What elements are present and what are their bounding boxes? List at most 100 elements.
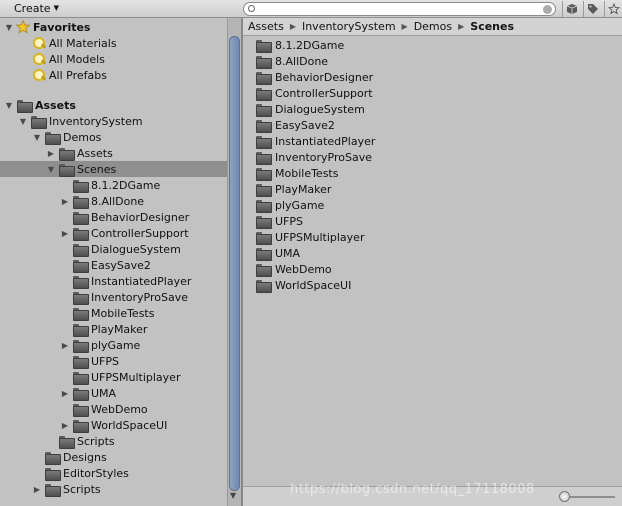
folder-list-item[interactable]: UFPS: [255, 213, 303, 229]
tree-item[interactable]: DialogueSystem: [0, 241, 227, 257]
tree-item[interactable]: ▼ InventorySystem: [0, 113, 227, 129]
tree-item[interactable]: Designs: [0, 449, 227, 465]
scrollbar-thumb[interactable]: [229, 36, 240, 491]
arrow-spacer: [60, 257, 70, 273]
breadcrumb-current[interactable]: Scenes: [470, 20, 514, 33]
tree-vertical-scrollbar[interactable]: ▼: [227, 18, 241, 506]
folder-icon: [72, 339, 89, 353]
arrow-spacer: [46, 433, 56, 449]
favorite-item[interactable]: All Materials: [0, 35, 227, 51]
tree-item[interactable]: WebDemo: [0, 401, 227, 417]
collapse-arrow-icon[interactable]: ▶: [32, 481, 42, 497]
expand-arrow-icon[interactable]: ▼: [46, 161, 56, 177]
folder-list-item[interactable]: EasySave2: [255, 117, 335, 133]
expand-arrow-icon[interactable]: ▼: [32, 129, 42, 145]
breadcrumb-item[interactable]: Assets: [248, 20, 284, 33]
tree-item-label: EditorStyles: [63, 466, 129, 480]
folder-icon: [58, 147, 75, 161]
collapse-arrow-icon[interactable]: ▶: [60, 417, 70, 433]
tree-item[interactable]: UFPSMultiplayer: [0, 369, 227, 385]
tree-item[interactable]: EasySave2: [0, 257, 227, 273]
folder-list-item[interactable]: WorldSpaceUI: [255, 277, 351, 293]
folder-icon: [58, 163, 75, 177]
folder-icon: [44, 467, 61, 481]
saved-search-icon: [32, 68, 46, 82]
tree-item[interactable]: ▶ ControllerSupport: [0, 225, 227, 241]
folder-list-item[interactable]: InstantiatedPlayer: [255, 133, 375, 149]
tree-item[interactable]: ▼ Demos: [0, 129, 227, 145]
folder-list-item[interactable]: WebDemo: [255, 261, 332, 277]
folder-icon: [72, 307, 89, 321]
create-dropdown-button[interactable]: Create ▼: [8, 1, 65, 16]
folder-list-item[interactable]: BehaviorDesigner: [255, 69, 373, 85]
favorite-item[interactable]: All Models: [0, 51, 227, 67]
tree-item-label: PlayMaker: [91, 322, 148, 336]
folder-list-item[interactable]: PlayMaker: [255, 181, 331, 197]
folder-list-item[interactable]: UFPSMultiplayer: [255, 229, 364, 245]
tree-item[interactable]: ▶ UMA: [0, 385, 227, 401]
tree-item-label: Scripts: [77, 434, 115, 448]
tree-item[interactable]: ▶ 8.AllDone: [0, 193, 227, 209]
folder-icon: [255, 215, 272, 229]
folder-list-item[interactable]: DialogueSystem: [255, 101, 365, 117]
filter-by-label-icon[interactable]: [583, 1, 601, 17]
tree-item-label: Scripts: [63, 482, 101, 496]
tree-item[interactable]: Scripts: [0, 433, 227, 449]
collapse-arrow-icon[interactable]: ▶: [60, 225, 70, 241]
search-field[interactable]: [243, 2, 556, 17]
arrow-spacer: [60, 369, 70, 385]
tree-item[interactable]: BehaviorDesigner: [0, 209, 227, 225]
icon-size-slider-track[interactable]: [563, 496, 615, 498]
tree-item-label: Demos: [63, 130, 102, 144]
tree-item[interactable]: InstantiatedPlayer: [0, 273, 227, 289]
tree-item[interactable]: PlayMaker: [0, 321, 227, 337]
tree-item[interactable]: InventoryProSave: [0, 289, 227, 305]
tree-item[interactable]: EditorStyles: [0, 465, 227, 481]
tree-item[interactable]: ▶ Scripts: [0, 481, 227, 497]
breadcrumb-item[interactable]: Demos: [414, 20, 452, 33]
filter-by-type-icon[interactable]: [562, 1, 580, 17]
folder-icon: [255, 135, 272, 149]
tree-item[interactable]: ▶ WorldSpaceUI: [0, 417, 227, 433]
favorite-item[interactable]: All Prefabs: [0, 67, 227, 83]
star-icon: [16, 20, 30, 34]
arrow-spacer: [60, 241, 70, 257]
tree-item[interactable]: ▶ plyGame: [0, 337, 227, 353]
assets-root-item[interactable]: ▼ Assets: [0, 97, 227, 113]
collapse-arrow-icon[interactable]: ▶: [60, 193, 70, 209]
expand-arrow-icon[interactable]: ▼: [4, 19, 14, 35]
favorites-header[interactable]: ▼ Favorites: [0, 19, 227, 35]
folder-list-item[interactable]: MobileTests: [255, 165, 338, 181]
folder-list-item[interactable]: ControllerSupport: [255, 85, 373, 101]
tree-item[interactable]: MobileTests: [0, 305, 227, 321]
folder-icon: [255, 167, 272, 181]
folder-list-item-label: 8.AllDone: [275, 54, 329, 68]
tree-item-label: InstantiatedPlayer: [91, 274, 192, 288]
search-input[interactable]: [260, 4, 540, 17]
dropdown-arrow-icon: ▼: [53, 4, 59, 12]
favorite-star-icon[interactable]: [604, 1, 622, 17]
tree-item[interactable]: 8.1.2DGame: [0, 177, 227, 193]
collapse-arrow-icon[interactable]: ▶: [60, 385, 70, 401]
arrow-spacer: [60, 177, 70, 193]
scroll-down-arrow-icon[interactable]: ▼: [230, 491, 236, 500]
arrow-spacer: [60, 305, 70, 321]
tree-item[interactable]: ▼ Scenes: [0, 161, 227, 177]
breadcrumb: Assets ▶ InventorySystem ▶ Demos ▶ Scene…: [243, 18, 622, 36]
folder-list-item[interactable]: 8.1.2DGame: [255, 37, 344, 53]
breadcrumb-item[interactable]: InventorySystem: [302, 20, 396, 33]
folder-list-item[interactable]: plyGame: [255, 197, 324, 213]
collapse-arrow-icon[interactable]: ▶: [46, 145, 56, 161]
arrow-spacer: [60, 321, 70, 337]
expand-arrow-icon[interactable]: ▼: [18, 113, 28, 129]
tree-item[interactable]: UFPS: [0, 353, 227, 369]
icon-size-slider-knob[interactable]: [559, 491, 570, 502]
clear-search-icon[interactable]: [543, 5, 552, 14]
collapse-arrow-icon[interactable]: ▶: [60, 337, 70, 353]
expand-arrow-icon[interactable]: ▼: [4, 97, 14, 113]
folder-list-item[interactable]: UMA: [255, 245, 300, 261]
tree-item[interactable]: ▶ Assets: [0, 145, 227, 161]
folder-list-item[interactable]: InventoryProSave: [255, 149, 372, 165]
watermark-text: https://blog.csdn.net/qq_17118008: [290, 482, 535, 497]
folder-list-item[interactable]: 8.AllDone: [255, 53, 328, 69]
